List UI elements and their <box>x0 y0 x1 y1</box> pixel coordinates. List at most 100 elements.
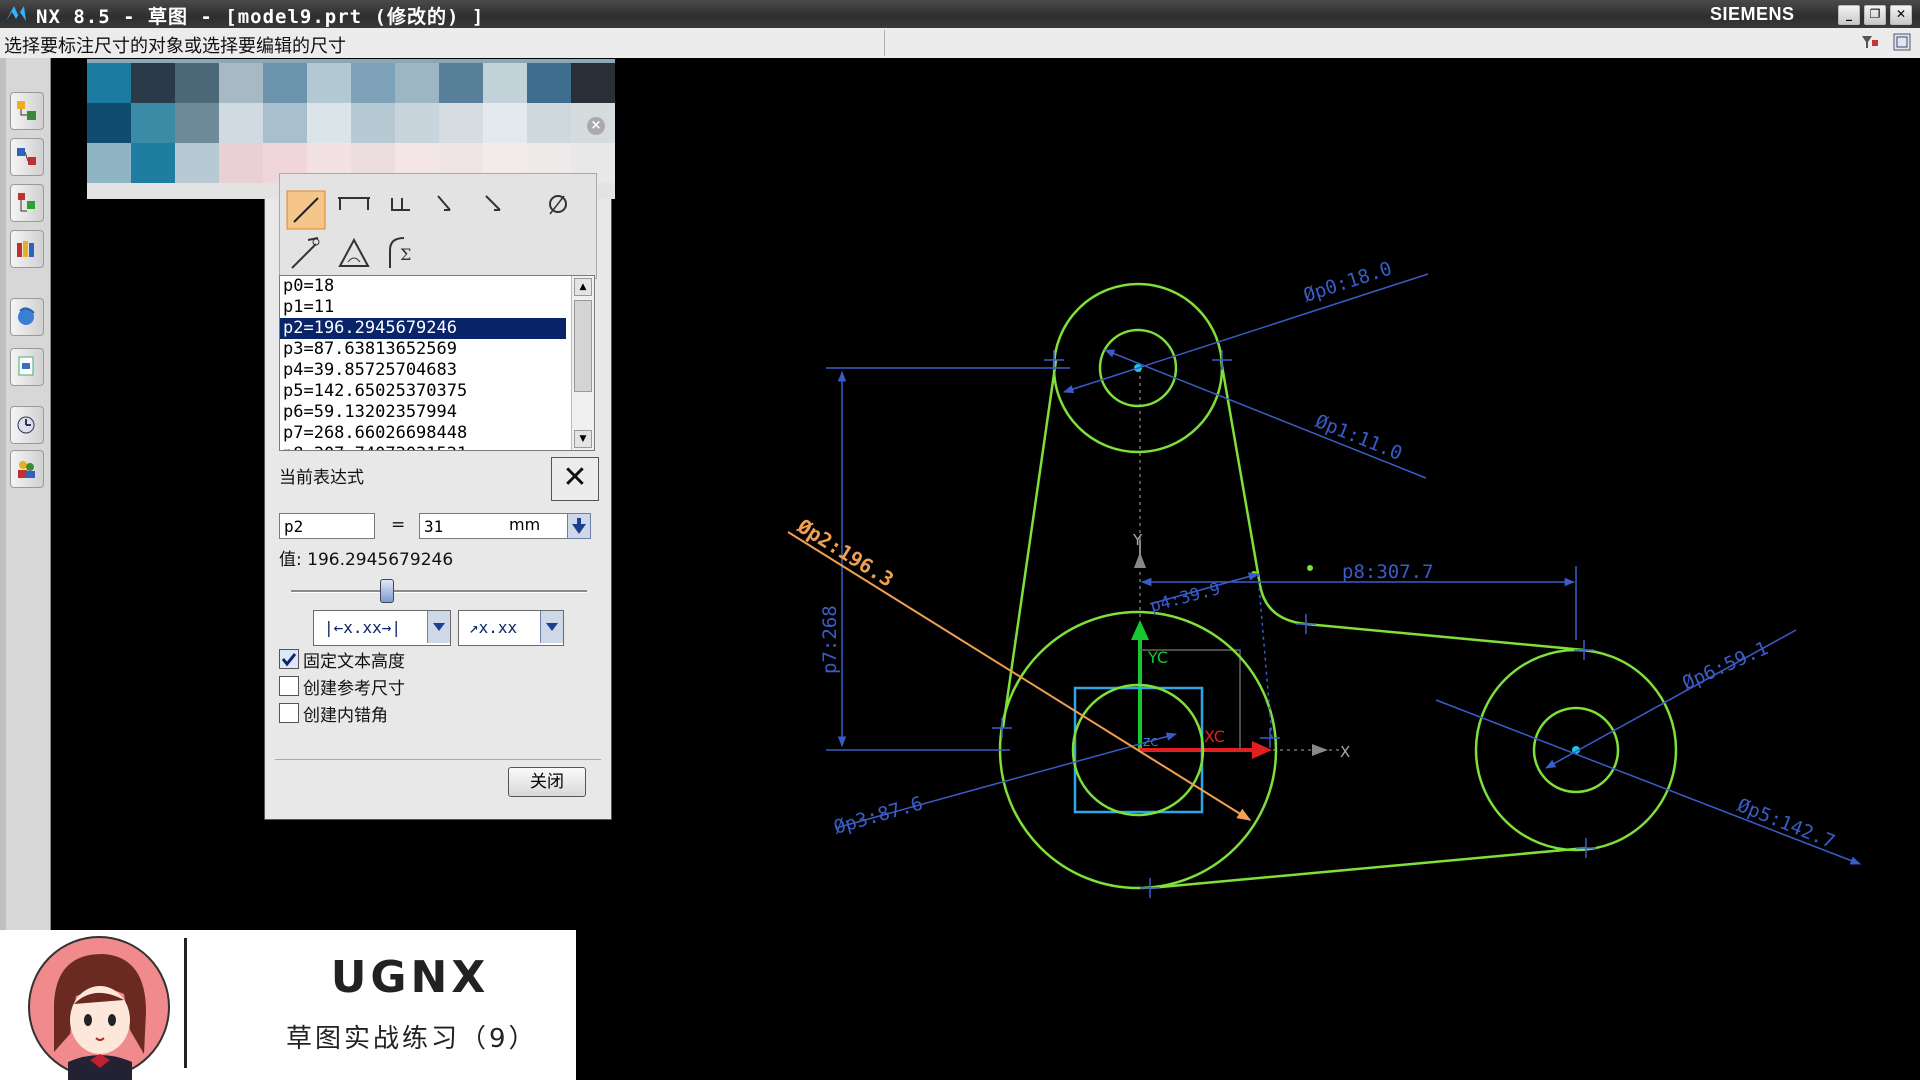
expression-list-item[interactable]: p6=59.13202357994 <box>280 402 566 423</box>
option-checkbox[interactable] <box>279 649 299 669</box>
assembly-navigator-icon <box>17 101 36 120</box>
xc-label: XC <box>1204 727 1225 746</box>
history-icon <box>18 356 34 376</box>
unit-dropdown-button[interactable] <box>567 513 591 539</box>
selection-filter-icon[interactable] <box>1860 32 1880 52</box>
expression-list-item[interactable]: p7=268.66026698448 <box>280 423 566 444</box>
expression-list-item[interactable]: p3=87.63813652569 <box>280 339 566 360</box>
option-label[interactable]: 固定文本高度 <box>303 647 405 672</box>
close-icon: ✕ <box>1895 7 1907 21</box>
web-browser-button[interactable] <box>10 298 44 336</box>
angular-dimension-icon[interactable] <box>334 232 374 272</box>
dimension-tool-group: Σ <box>279 173 597 279</box>
resource-bar-strip <box>0 58 6 930</box>
text-placement-combo[interactable]: |←x.xx→| <box>313 610 451 646</box>
clear-icon: ✕ <box>562 460 588 495</box>
expression-list-item[interactable]: p4=39.85725704683 <box>280 360 566 381</box>
perpendicular-dimension-icon[interactable] <box>478 190 518 230</box>
roles-button[interactable] <box>10 450 44 488</box>
web-browser-icon <box>18 307 35 325</box>
expression-list-item[interactable]: p2=196.2945679246 <box>280 318 566 339</box>
radius-dimension-icon[interactable] <box>286 232 326 272</box>
parallel-dimension-icon[interactable] <box>430 190 470 230</box>
caption-title: UGNX <box>330 952 490 1003</box>
history-button[interactable] <box>10 348 44 386</box>
dialog-close-icon: × <box>590 118 602 133</box>
option-label[interactable]: 创建参考尺寸 <box>303 674 405 699</box>
expression-value-field[interactable]: 31 <box>419 513 591 539</box>
restore-button[interactable]: ❐ <box>1864 5 1886 25</box>
restore-icon: ❐ <box>1869 7 1881 21</box>
reuse-library-icon <box>17 241 34 257</box>
expression-name-field[interactable]: p2 <box>279 513 375 539</box>
expression-list-item[interactable]: p0=18 <box>280 276 566 297</box>
dialog-divider <box>275 759 601 760</box>
constraint-navigator-icon <box>17 148 36 165</box>
chevron-down-icon <box>433 623 445 631</box>
fullscreen-icon[interactable] <box>1892 32 1912 52</box>
y-axis-label: Y <box>1132 531 1143 549</box>
yc-label: YC <box>1147 648 1168 667</box>
chevron-down-icon <box>546 623 558 631</box>
roles-icon <box>18 461 35 478</box>
option-checkbox[interactable] <box>279 703 299 723</box>
text-placement-dropdown[interactable] <box>427 611 450 643</box>
horizontal-dimension-icon[interactable] <box>334 190 374 230</box>
p7-dimension-label[interactable]: p7:268 <box>819 605 841 674</box>
caption-divider <box>184 938 187 1068</box>
assembly-navigator-button[interactable] <box>10 92 44 130</box>
title-bar: NX 8.5 - 草图 - [model9.prt (修改的) ] SIEMEN… <box>0 0 1920 28</box>
inferred-dimension-icon[interactable] <box>286 190 326 230</box>
expression-list[interactable]: p0=18 p1=11 p2=196.2945679246 p3=87.6381365… <box>279 275 595 451</box>
option-label[interactable]: 创建内错角 <box>303 701 388 726</box>
checkmark-icon <box>281 653 297 667</box>
close-window-button[interactable]: ✕ <box>1890 5 1912 25</box>
nx-logo-icon <box>6 6 26 21</box>
leader-style-value: ↗x.xx <box>469 618 518 637</box>
expression-list-item[interactable]: p1=11 <box>280 297 566 318</box>
vertical-dimension-icon[interactable] <box>382 190 422 230</box>
leader-style-dropdown[interactable] <box>540 611 563 643</box>
system-materials-button[interactable] <box>10 406 44 444</box>
cue-line: 选择要标注尺寸的对象或选择要编辑的尺寸 <box>4 36 346 57</box>
unit-dropdown-icon <box>572 518 586 534</box>
dialog-close-action-button[interactable]: 关闭 <box>508 767 586 797</box>
value-slider-track[interactable] <box>291 590 587 593</box>
scroll-up-icon[interactable]: ▲ <box>574 278 592 296</box>
minimize-icon: _ <box>1846 7 1852 21</box>
p8-dimension-label[interactable]: p8:307.7 <box>1342 561 1434 583</box>
minimize-button[interactable]: _ <box>1838 5 1860 25</box>
tutorial-caption-card: UGNX 草图实战练习（9） <box>0 930 576 1080</box>
equals-sign: = <box>391 515 406 535</box>
brand-label: SIEMENS <box>1710 4 1795 24</box>
text-placement-value: |←x.xx→| <box>324 618 402 637</box>
dialog-close-button[interactable]: × <box>587 117 605 135</box>
avatar <box>28 936 170 1080</box>
unit-label: mm <box>509 515 541 534</box>
x-axis-label: X <box>1340 743 1350 761</box>
perimeter-dimension-icon[interactable]: Σ <box>382 232 422 272</box>
leader-style-combo[interactable]: ↗x.xx <box>458 610 564 646</box>
system-materials-icon <box>17 416 35 434</box>
resource-bar <box>0 58 51 930</box>
svg-text:Σ: Σ <box>400 245 411 264</box>
reuse-library-button[interactable] <box>10 230 44 268</box>
option-checkbox[interactable] <box>279 676 299 696</box>
clear-expression-button[interactable]: ✕ <box>551 457 599 501</box>
status-bar: 选择要标注尺寸的对象或选择要编辑的尺寸 <box>0 28 1920 59</box>
constraint-navigator-button[interactable] <box>10 138 44 176</box>
scroll-thumb[interactable] <box>574 300 592 392</box>
scroll-down-icon[interactable]: ▼ <box>574 430 592 448</box>
status-divider <box>884 30 885 56</box>
diameter-dimension-icon[interactable] <box>536 190 576 230</box>
expression-list-item[interactable]: p5=142.65025370375 <box>280 381 566 402</box>
value-slider-thumb[interactable] <box>379 579 394 603</box>
part-navigator-button[interactable] <box>10 184 44 222</box>
value-readout: 值: 196.2945679246 <box>279 550 454 570</box>
expression-list-scrollbar[interactable]: ▲ ▼ <box>571 276 594 450</box>
window-title: NX 8.5 - 草图 - [model9.prt (修改的) ] <box>36 6 485 28</box>
expression-list-item[interactable]: p8=307.74073031521 <box>280 444 566 450</box>
fillet-point-2 <box>1307 565 1313 571</box>
current-expression-label: 当前表达式 <box>279 468 364 488</box>
caption-subtitle: 草图实战练习（9） <box>286 1024 538 1054</box>
